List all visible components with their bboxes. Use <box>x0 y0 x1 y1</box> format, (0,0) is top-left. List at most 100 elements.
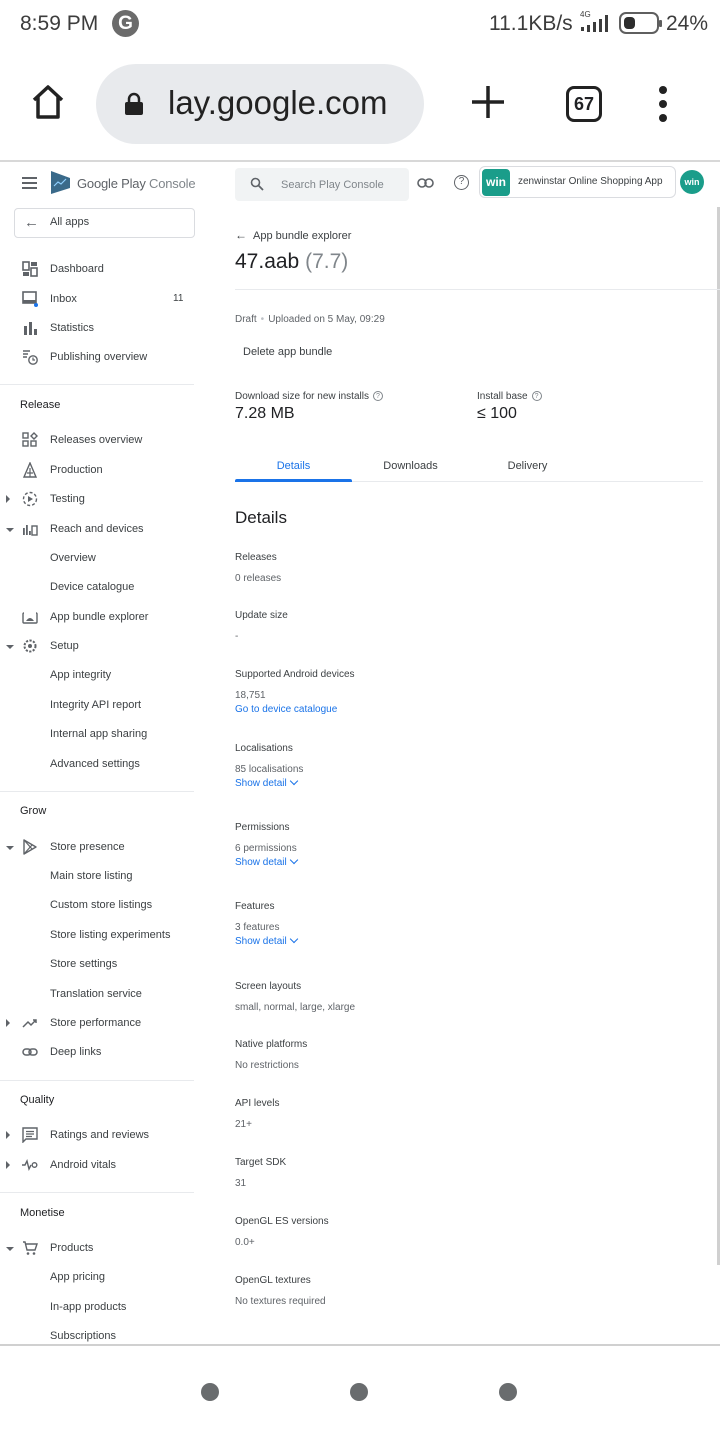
sidebar-item-store-presence[interactable]: Store presence <box>0 837 196 859</box>
chevron-down-icon <box>289 776 298 786</box>
sidebar-item-advanced-settings[interactable]: Advanced settings <box>0 754 196 776</box>
address-bar[interactable]: lay.google.com <box>96 64 424 144</box>
detail-opengl-textures: OpenGL textures No textures required <box>235 1275 326 1307</box>
publishing-overview-icon <box>23 350 38 365</box>
tab-switcher-button[interactable]: 67 <box>566 86 602 122</box>
sidebar-item-app-integrity[interactable]: App integrity <box>0 665 196 687</box>
sidebar-item-statistics[interactable]: Statistics <box>0 318 196 340</box>
status-time: 8:59 PM <box>20 12 99 35</box>
section-grow-title: Grow <box>20 805 47 817</box>
sidebar-item-setup[interactable]: Setup <box>0 636 196 658</box>
sidebar-item-app-bundle-explorer[interactable]: App bundle explorer <box>0 607 196 629</box>
browser-menu-icon[interactable] <box>659 86 669 124</box>
expand-arrow-icon[interactable] <box>6 1131 10 1139</box>
breadcrumb[interactable]: ← App bundle explorer <box>235 228 351 242</box>
account-avatar[interactable]: win <box>680 170 704 194</box>
show-detail-link[interactable]: Show detail <box>235 934 298 947</box>
go-to-device-catalogue-link[interactable]: Go to device catalogue <box>235 704 355 715</box>
setup-gear-icon <box>23 639 37 653</box>
sidebar-item-deep-links[interactable]: Deep links <box>0 1042 196 1064</box>
home-icon[interactable] <box>28 82 68 122</box>
sidebar-item-store-performance[interactable]: Store performance <box>0 1013 196 1035</box>
nav-back-button[interactable] <box>201 1383 219 1401</box>
detail-releases: Releases 0 releases <box>235 552 282 584</box>
collapse-arrow-icon[interactable] <box>6 1247 14 1251</box>
sidebar-item-android-vitals[interactable]: Android vitals <box>0 1155 196 1177</box>
nav-home-button[interactable] <box>350 1383 368 1401</box>
nav-recents-button[interactable] <box>499 1383 517 1401</box>
page-title: 47.aab (7.7) <box>235 250 349 273</box>
show-detail-link[interactable]: Show detail <box>235 855 298 868</box>
back-arrow-icon: ← <box>235 228 247 242</box>
sidebar-item-testing[interactable]: Testing <box>0 489 196 511</box>
sidebar-item-dashboard[interactable]: Dashboard <box>0 259 196 281</box>
collapse-arrow-icon[interactable] <box>6 645 14 649</box>
sidebar-divider <box>0 384 194 385</box>
collapse-arrow-icon[interactable] <box>6 528 14 532</box>
search-input[interactable]: Search Play Console <box>235 168 409 201</box>
search-placeholder: Search Play Console <box>281 179 384 191</box>
tab-details[interactable]: Details <box>235 460 352 472</box>
help-icon[interactable]: ? <box>454 175 469 190</box>
url-text[interactable]: lay.google.com <box>168 84 388 122</box>
detail-features: Features 3 features Show detail <box>235 901 298 947</box>
testing-icon <box>22 491 38 507</box>
search-icon <box>250 177 264 191</box>
play-console-brand: Google Play Console <box>77 176 196 191</box>
expand-arrow-icon[interactable] <box>6 1161 10 1169</box>
help-icon[interactable]: ? <box>372 391 383 402</box>
install-base-stat: Install base? ≤ 100 <box>477 391 542 423</box>
hamburger-menu-icon[interactable] <box>22 177 37 189</box>
reach-devices-icon <box>23 525 38 536</box>
detail-native-platforms: Native platforms No restrictions <box>235 1039 308 1071</box>
tab-delivery[interactable]: Delivery <box>469 460 586 472</box>
signal-icon: 4G <box>580 10 608 32</box>
expand-arrow-icon[interactable] <box>6 495 10 503</box>
detail-api-levels: API levels 21+ <box>235 1098 280 1130</box>
statistics-icon <box>24 322 37 335</box>
sidebar-item-store-settings[interactable]: Store settings <box>0 954 196 976</box>
header-divider <box>235 289 720 290</box>
sidebar-item-subscriptions[interactable]: Subscriptions <box>0 1326 196 1344</box>
sidebar-item-ratings-and-reviews[interactable]: Ratings and reviews <box>0 1125 196 1147</box>
sidebar-item-main-store-listing[interactable]: Main store listing <box>0 866 196 888</box>
sidebar-item-store-listing-experiments[interactable]: Store listing experiments <box>0 925 196 947</box>
sidebar: Google Play Console ← All apps Dashboard… <box>0 162 196 1344</box>
expand-arrow-icon[interactable] <box>6 1019 10 1027</box>
sidebar-item-in-app-products[interactable]: In-app products <box>0 1297 196 1319</box>
sidebar-item-device-catalogue[interactable]: Device catalogue <box>0 577 196 599</box>
dashboard-icon <box>22 261 38 277</box>
sidebar-item-reach-and-devices[interactable]: Reach and devices <box>0 519 196 541</box>
sidebar-item-releases-overview[interactable]: Releases overview <box>0 430 196 452</box>
sidebar-item-integrity-api-report[interactable]: Integrity API report <box>0 695 196 717</box>
new-tab-plus-icon[interactable] <box>468 82 508 122</box>
download-size-value: 7.28 MB <box>235 405 295 422</box>
install-base-value: ≤ 100 <box>477 405 517 422</box>
deep-links-icon <box>22 1048 38 1056</box>
play-console-logo-icon <box>51 171 70 194</box>
sidebar-item-publishing-overview[interactable]: Publishing overview <box>0 347 196 369</box>
sidebar-item-overview[interactable]: Overview <box>0 548 196 570</box>
sidebar-item-products[interactable]: Products <box>0 1238 196 1260</box>
all-apps-button[interactable]: ← All apps <box>14 208 195 238</box>
show-detail-link[interactable]: Show detail <box>235 776 303 789</box>
sidebar-item-production[interactable]: Production <box>0 460 196 482</box>
network-speed: 11.1KB/s <box>489 12 573 35</box>
link-icon[interactable] <box>417 177 434 189</box>
detail-supported-devices: Supported Android devices 18,751 Go to de… <box>235 669 355 715</box>
sidebar-item-app-pricing[interactable]: App pricing <box>0 1267 196 1289</box>
collapse-arrow-icon[interactable] <box>6 846 14 850</box>
sidebar-item-custom-store-listings[interactable]: Custom store listings <box>0 895 196 917</box>
delete-app-bundle-button[interactable]: Delete app bundle <box>235 340 340 364</box>
tab-bar: Details Downloads Delivery <box>235 452 703 482</box>
help-icon[interactable]: ? <box>531 391 542 402</box>
tab-downloads[interactable]: Downloads <box>352 460 469 472</box>
ratings-reviews-icon <box>22 1127 38 1143</box>
sidebar-item-translation-service[interactable]: Translation service <box>0 984 196 1006</box>
production-icon <box>22 462 38 478</box>
sidebar-item-inbox[interactable]: Inbox 11 <box>0 289 196 311</box>
app-selector[interactable]: win zenwinstar Online Shopping App <box>479 166 676 198</box>
sidebar-item-internal-app-sharing[interactable]: Internal app sharing <box>0 724 196 746</box>
status-draft: Draft <box>235 314 257 325</box>
lock-icon <box>125 92 143 115</box>
